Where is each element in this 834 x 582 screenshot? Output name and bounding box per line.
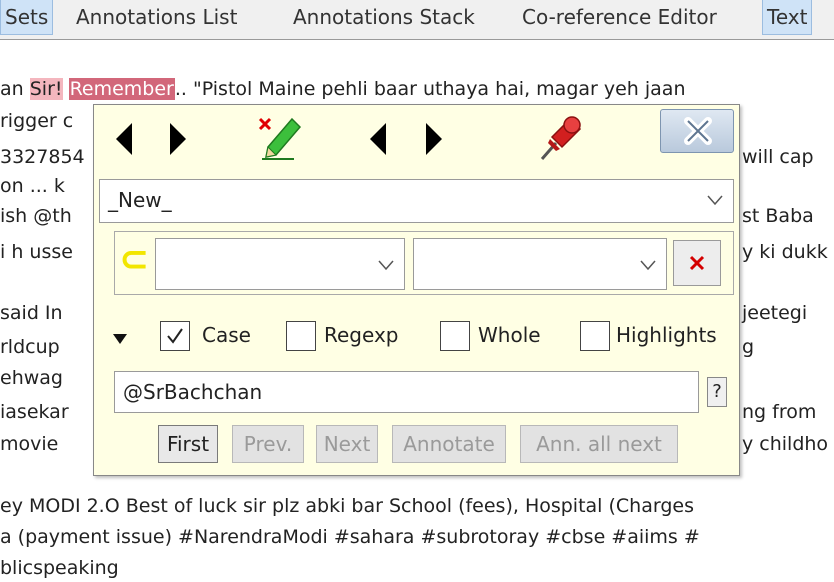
delete-rule-button[interactable] xyxy=(673,240,721,286)
prev-button[interactable]: Prev. xyxy=(232,425,304,463)
document-line-fragment: ish @th xyxy=(0,205,72,227)
tab-annotations-stack[interactable]: Annotations Stack xyxy=(293,0,475,34)
delete-x-icon xyxy=(689,255,705,271)
chevron-down-icon xyxy=(640,260,656,271)
document-line-fragment: movie xyxy=(0,433,59,455)
document-line-fragment: said In xyxy=(0,302,63,324)
case-label: Case xyxy=(202,323,251,347)
left-triangle-icon[interactable] xyxy=(112,119,136,159)
whole-checkbox-box[interactable] xyxy=(440,321,470,351)
document-line-1: an Sir! Remember.. "Pistol Maine pehli b… xyxy=(0,77,686,101)
tab-co-reference-editor[interactable]: Co-reference Editor xyxy=(522,0,717,34)
right-triangle-icon[interactable] xyxy=(166,119,190,159)
help-button[interactable]: ? xyxy=(707,377,727,407)
regexp-label: Regexp xyxy=(324,323,399,347)
annotation-type-combobox[interactable]: _New_ xyxy=(99,179,734,223)
rule-row: ⊂ xyxy=(114,231,734,295)
tab-bar: Sets Annotations List Annotations Stack … xyxy=(0,0,834,40)
text-fragment: .. "Pistol Maine pehli baar uthaya hai, … xyxy=(174,78,686,100)
first-button[interactable]: First xyxy=(158,425,218,463)
document-line-fragment: rldcup xyxy=(0,336,60,358)
highlights-checkbox[interactable]: Highlights xyxy=(580,321,735,357)
next-button[interactable]: Next xyxy=(316,425,378,463)
highlights-checkbox-box[interactable] xyxy=(580,321,610,351)
document-line-fragment: g xyxy=(742,336,755,358)
text-fragment xyxy=(63,78,69,100)
rule-left-combobox[interactable] xyxy=(155,238,405,290)
whole-checkbox[interactable]: Whole xyxy=(440,321,570,357)
rule-right-combobox[interactable] xyxy=(413,238,667,290)
regexp-checkbox[interactable]: Regexp xyxy=(286,321,426,357)
document-line-fragment: y childho xyxy=(742,433,829,455)
red-pushpin-icon[interactable] xyxy=(536,113,584,163)
annotation-type-value: _New_ xyxy=(108,188,172,212)
chevron-down-icon xyxy=(378,260,394,271)
close-x-icon xyxy=(684,117,712,145)
annotate-all-next-button[interactable]: Ann. all next xyxy=(520,425,678,463)
chevron-down-icon xyxy=(707,195,723,206)
tab-bar-border xyxy=(0,39,834,40)
tab-annotations-list[interactable]: Annotations List xyxy=(76,0,237,34)
annotation-highlight-remember[interactable]: Remember xyxy=(68,78,175,100)
regexp-checkbox-box[interactable] xyxy=(286,321,316,351)
tab-text[interactable]: Text xyxy=(762,0,813,35)
annotate-button[interactable]: Annotate xyxy=(392,425,506,463)
document-line-fragment: st Baba xyxy=(742,205,814,227)
search-input[interactable] xyxy=(114,371,699,413)
document-line: a (payment issue) #NarendraModi #sahara … xyxy=(0,526,700,548)
checkmark-icon xyxy=(167,328,183,344)
tab-sets[interactable]: Sets xyxy=(0,0,54,35)
document-line-fragment: i h usse xyxy=(0,241,73,263)
document-line: ey MODI 2.O Best of luck sir plz abki ba… xyxy=(0,495,694,517)
document-line-fragment: jeetegi xyxy=(742,302,808,324)
highlights-label: Highlights xyxy=(616,323,717,347)
document-line-fragment: iasekar xyxy=(0,401,69,423)
subset-symbol-icon: ⊂ xyxy=(119,239,150,280)
document-line-fragment: on ... k xyxy=(0,175,65,197)
left-triangle-icon[interactable] xyxy=(366,119,390,159)
green-pencil-with-red-x-icon[interactable] xyxy=(256,115,302,163)
document-line-fragment: y ki dukk xyxy=(742,241,828,263)
whole-label: Whole xyxy=(478,323,541,347)
right-triangle-icon[interactable] xyxy=(422,119,446,159)
find-annotate-dialog: _New_ ⊂ Case Regexp Whole Highlights @Sr… xyxy=(93,104,740,476)
document-line-fragment: will cap xyxy=(742,146,814,168)
annotation-highlight-sir[interactable]: Sir! xyxy=(29,78,63,100)
close-button[interactable] xyxy=(660,109,734,153)
expand-triangle-icon[interactable] xyxy=(112,333,128,345)
document-line-fragment: ng from xyxy=(742,401,817,423)
text-fragment: an xyxy=(0,78,30,100)
document-line: blicspeaking xyxy=(0,557,119,579)
document-line-fragment: 3327854 xyxy=(0,146,85,168)
case-checkbox[interactable]: Case xyxy=(160,321,270,357)
document-line-fragment: rigger c xyxy=(0,110,74,132)
case-checkbox-box[interactable] xyxy=(160,321,190,351)
document-line-fragment: ehwag xyxy=(0,367,63,389)
